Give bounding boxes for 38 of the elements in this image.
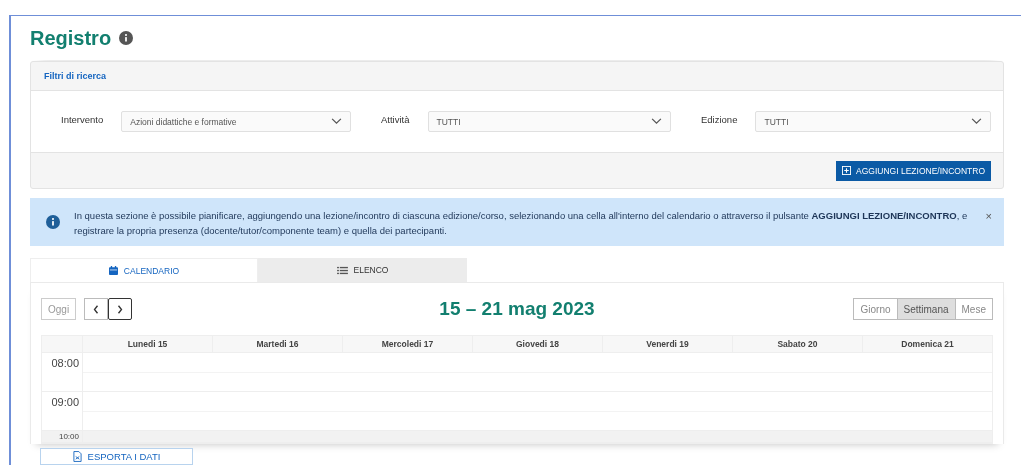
chevron-icon [331,118,342,125]
add-lesson-button[interactable]: AGGIUNGI LEZIONE/INCONTRO [836,160,991,181]
list-icon [336,265,348,275]
date-range-title: 15 – 21 mag 2023 [439,298,595,320]
day-header: Martedi 16 [212,336,342,353]
day-header: Mercoledi 17 [342,336,472,353]
time-label: 10:00 [42,431,82,443]
alert-message: In questa sezione è possibile pianificare, aggiungendo una lezione/incontro di ciascuna edizione/corso, selezionando una cella all'interno del calendario o attraverso il pulsante AGGIUNGI LEZIONE/INCONTRO, e registrare la propria presenza (docente/tutor/componente team) e quella dei partecipanti. [74,209,969,238]
view-tab[interactable]: CALENDARIO [30,258,258,282]
field-label: Attività [381,113,410,125]
view-button[interactable]: Settimana [896,298,956,320]
export-button[interactable]: ESPORTA I DATI [40,448,193,465]
field-label: Intervento [61,113,104,125]
dropdown-field[interactable]: TUTTI [427,111,671,132]
document-icon [72,451,82,462]
chevron-left-icon [93,304,100,314]
chevron-icon [651,118,662,125]
day-header: Lunedi 15 [82,336,212,353]
chevron-icon [971,118,982,125]
field-label: Edizione [701,113,738,125]
view-button[interactable]: Mese [954,298,993,320]
day-header: Sabato 20 [732,336,862,353]
day-header: Venerdi 19 [602,336,732,353]
close-button[interactable]: × [985,210,992,222]
day-header: Giovedi 18 [472,336,602,353]
dropdown-field[interactable]: Azioni didattiche e formative [121,111,351,132]
view-tab[interactable]: ELENCO [258,258,467,282]
view-button[interactable]: Giorno [853,298,898,320]
plus-icon [842,166,852,175]
info-icon [46,215,60,229]
previous-button[interactable] [84,298,109,320]
page-title: Registro [30,26,112,50]
next-button[interactable] [108,298,133,320]
calendar-icon [108,266,118,275]
day-header: Domenica 21 [862,336,992,353]
info-icon [119,31,134,45]
chevron-right-icon [117,304,124,314]
dropdown-field[interactable]: TUTTI [755,111,991,132]
